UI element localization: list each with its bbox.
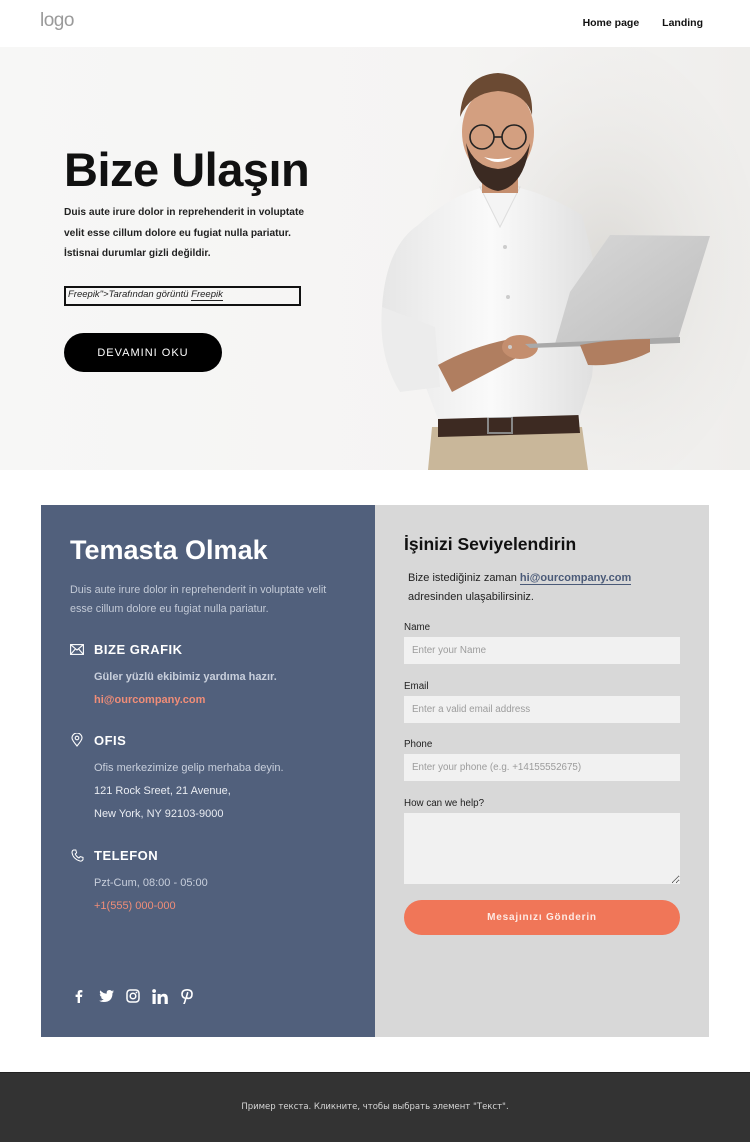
form-title: İşinizi Seviyelendirin [404, 534, 577, 554]
section-line: Pzt-Cum, 08:00 - 05:00 [94, 877, 208, 889]
message-textarea[interactable] [404, 813, 680, 884]
contact-info-description: Duis aute irure dolor in reprehenderit i… [70, 584, 327, 615]
name-label: Name [404, 622, 431, 633]
phone-link[interactable]: +1(555) 000-000 [94, 895, 360, 918]
site-header: logo Home page Landing [0, 0, 750, 47]
email-field-group: Email [404, 681, 680, 723]
contact-info-title: Temasta Olmak [70, 535, 268, 565]
message-label: How can we help? [404, 798, 485, 809]
form-intro-email-link[interactable]: hi@ourcompany.com [519, 572, 632, 585]
hero-text-line: İstisnai durumlar gizli değildir. [64, 248, 211, 259]
phone-field-group: Phone [404, 739, 680, 781]
social-links [71, 988, 195, 1004]
footer-text[interactable]: Пример текста. Кликните, чтобы выбрать э… [0, 1102, 750, 1112]
contact-form-panel: İşinizi Seviyelendirin Bize istediğiniz … [375, 505, 709, 1037]
hero-section: Bize Ulaşın Duis aute irure dolor in rep… [0, 47, 750, 470]
image-credit-prefix: Freepik">Tarafından görüntü [68, 289, 192, 300]
email-label: Email [404, 681, 429, 692]
logo[interactable]: logo [40, 10, 74, 32]
address-line: 121 Rock Sreet, 21 Avenue, [94, 785, 231, 797]
nav-landing[interactable]: Landing [662, 17, 703, 29]
name-field-group: Name [404, 622, 680, 664]
hero-title: Bize Ulaşın [64, 143, 310, 196]
contact-card: Temasta Olmak Duis aute irure dolor in r… [41, 505, 709, 1037]
contact-section-office: OFIS Ofis merkezimize gelip merhaba deyi… [70, 731, 360, 826]
linkedin-icon[interactable] [152, 988, 168, 1004]
hero-photo [381, 47, 750, 470]
send-message-button[interactable]: Mesajınızı Gönderin [404, 900, 680, 935]
hero-text: Duis aute irure dolor in reprehenderit i… [64, 203, 314, 265]
form-intro-prefix: Bize istediğiniz zaman [408, 572, 520, 584]
main-nav: Home page Landing [583, 17, 703, 29]
form-intro-suffix: adresinden ulaşabilirsiniz. [408, 591, 534, 603]
name-input[interactable] [404, 637, 680, 664]
phone-icon [70, 848, 84, 862]
phone-label: Phone [404, 739, 433, 750]
facebook-icon[interactable] [71, 988, 87, 1004]
nav-home-page[interactable]: Home page [583, 17, 640, 29]
image-credit: Freepik">Tarafından görüntü Freepik [64, 286, 301, 306]
hero-text-line: velit esse cillum dolore eu fugiat nulla… [64, 227, 292, 239]
phone-input[interactable] [404, 754, 680, 781]
message-field-group: How can we help? [404, 798, 680, 888]
section-heading: BIZE GRAFIK [94, 641, 183, 657]
map-pin-icon [70, 733, 84, 747]
instagram-icon[interactable] [125, 988, 141, 1004]
twitter-icon[interactable] [98, 988, 114, 1004]
section-heading: TELEFON [94, 847, 159, 863]
site-footer: Пример текста. Кликните, чтобы выбрать э… [0, 1072, 750, 1142]
section-line: Güler yüzlü ekibimiz yardıma hazır. [94, 671, 277, 683]
pinterest-icon[interactable] [179, 988, 195, 1004]
email-input[interactable] [404, 696, 680, 723]
image-credit-link[interactable]: Freepik [191, 289, 223, 301]
section-heading: OFIS [94, 732, 127, 748]
section-line: Ofis merkezimize gelip merhaba deyin. [94, 762, 284, 774]
hero-text-line: Duis aute irure dolor in reprehenderit i… [64, 207, 305, 218]
email-link[interactable]: hi@ourcompany.com [94, 689, 360, 712]
form-intro: Bize istediğiniz zaman hi@ourcompany.com… [408, 569, 678, 607]
envelope-icon [70, 642, 84, 656]
contact-section-phone: TELEFON Pzt-Cum, 08:00 - 05:00 +1(555) 0… [70, 846, 360, 918]
contact-section-email: BIZE GRAFIK Güler yüzlü ekibimiz yardıma… [70, 640, 360, 712]
read-more-button[interactable]: DEVAMINI OKU [64, 333, 222, 372]
contact-info-panel: Temasta Olmak Duis aute irure dolor in r… [41, 505, 375, 1037]
address-line: New York, NY 92103-9000 [94, 808, 224, 820]
